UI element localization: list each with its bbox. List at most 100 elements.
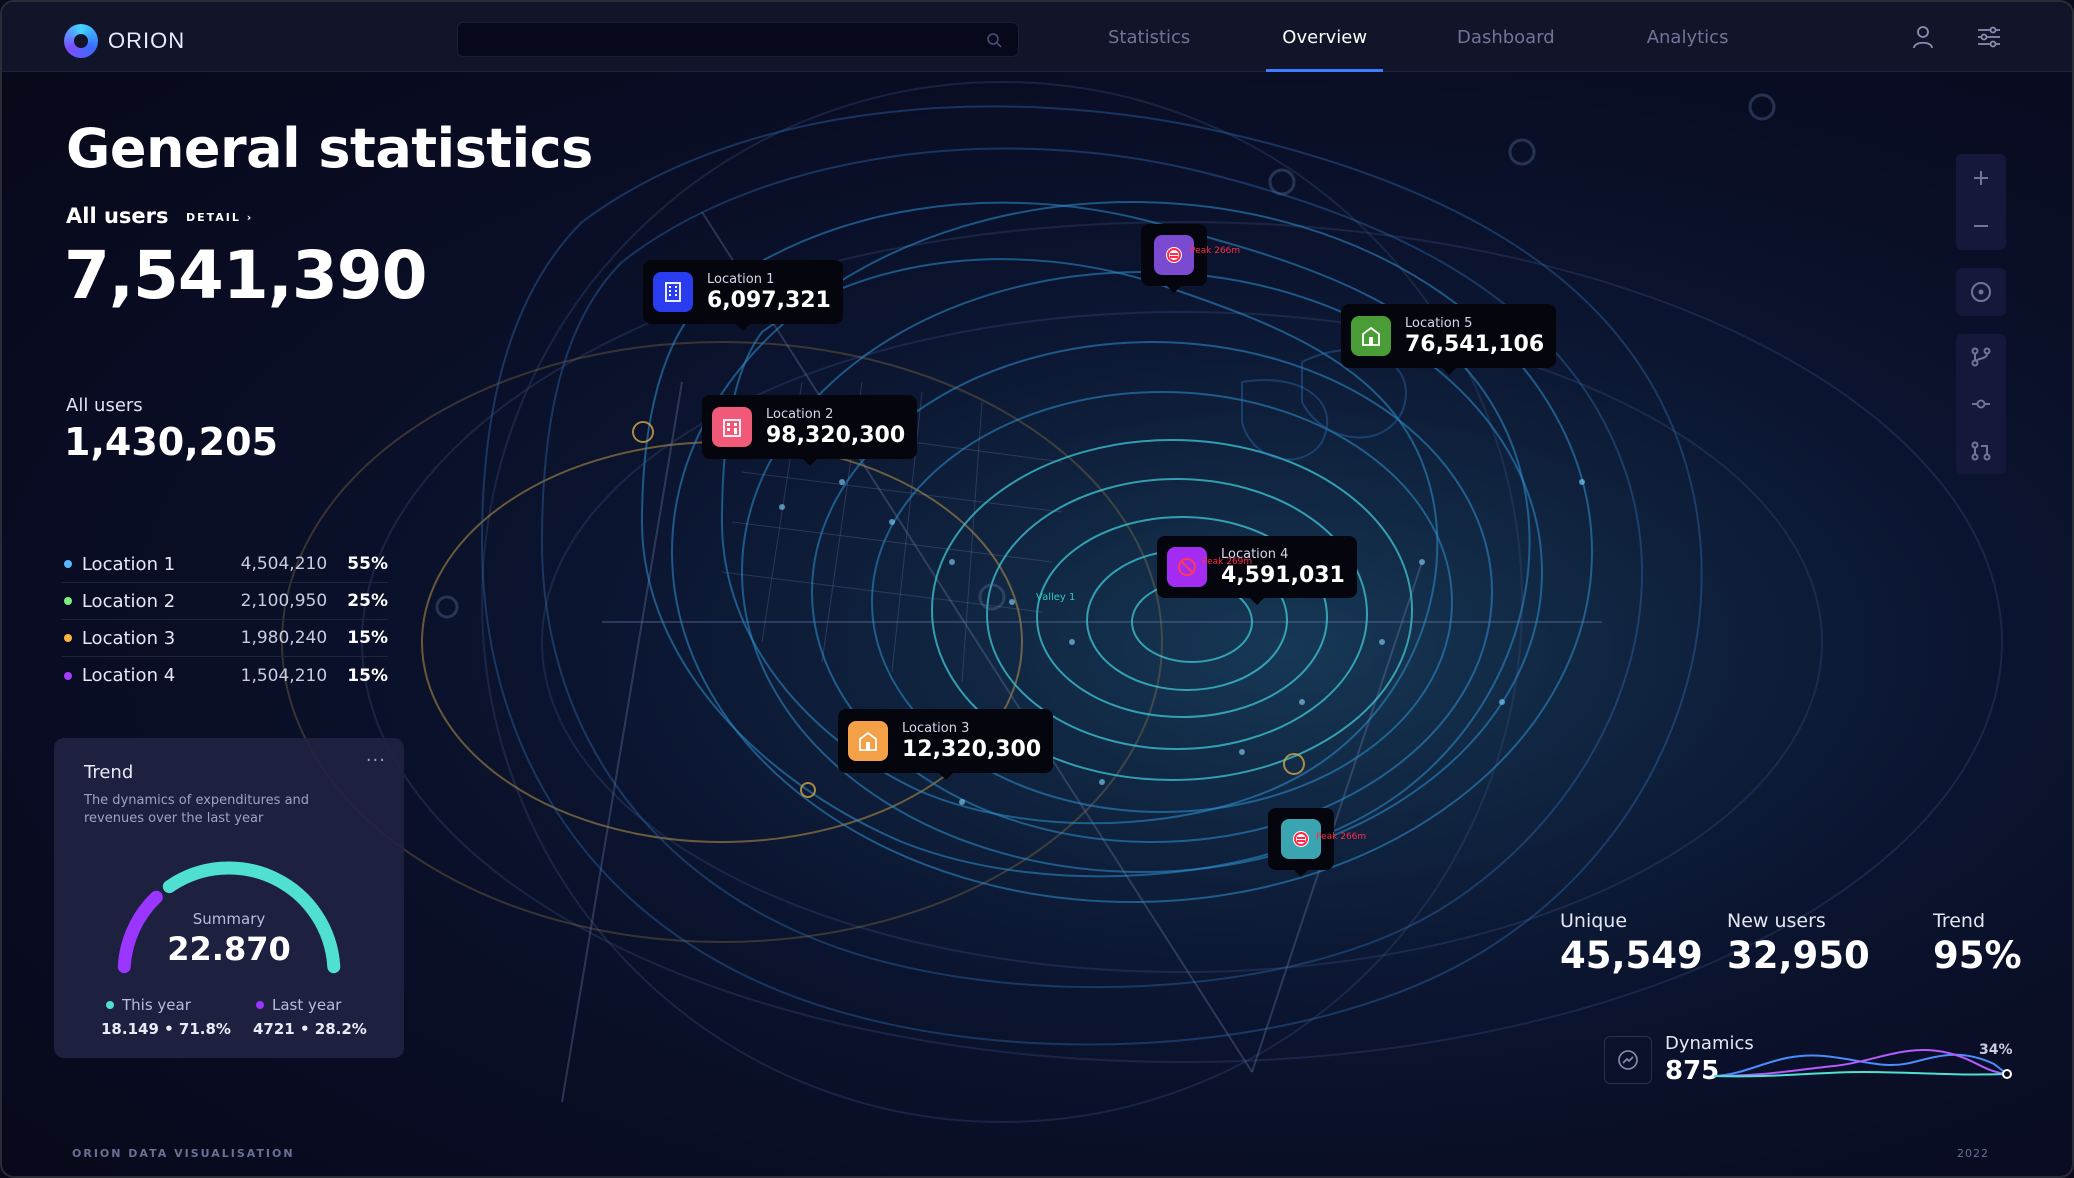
- map-pin-location-4[interactable]: Location 4 4,591,031: [1157, 536, 1357, 605]
- map-pin-location-1[interactable]: Location 1 6,097,321: [643, 260, 843, 331]
- top-actions: [1910, 24, 2002, 50]
- pin-label: Location 5: [1405, 315, 1473, 331]
- stat-label: New users: [1727, 910, 1826, 932]
- legend-this-year-label: This year: [122, 996, 191, 1014]
- legend-last-year-label: Last year: [272, 996, 342, 1014]
- location-percent: 25%: [347, 591, 388, 611]
- list-item[interactable]: Location 4 1,504,210 15%: [62, 657, 388, 694]
- peak-marker-icon: [1154, 235, 1194, 275]
- location-dot: [64, 671, 72, 680]
- map-pin-location-3[interactable]: Location 3 12,320,300: [838, 709, 1054, 780]
- trend-card-title: Trend: [84, 762, 134, 783]
- secondary-users-value: 1,430,205: [64, 420, 278, 464]
- map-pin-location-5[interactable]: Location 5 76,541,106: [1341, 304, 1557, 375]
- search-input[interactable]: [457, 22, 1019, 57]
- nav-analytics[interactable]: Analytics: [1647, 2, 1729, 72]
- top-bar: ORION Statistics Overview Dashboard Anal…: [2, 2, 2072, 72]
- pin-label: Location 2: [766, 406, 834, 422]
- detail-link[interactable]: DETAIL ›: [186, 211, 253, 224]
- location-name: Location 4: [81, 665, 176, 686]
- peak-marker-icon: [1281, 819, 1321, 859]
- pin-value: 6,097,321: [707, 287, 831, 313]
- zoom-controls: [1956, 154, 2006, 250]
- peak-label: Peak 266m: [1316, 832, 1367, 842]
- warehouse-icon: [1351, 316, 1391, 356]
- stat-new-users: New users 32,950: [1727, 910, 1870, 977]
- legend-dot: [106, 1001, 114, 1009]
- location-name: Location 3: [81, 627, 176, 649]
- pin-value: 12,320,300: [902, 736, 1042, 762]
- nav-statistics[interactable]: Statistics: [1108, 2, 1190, 72]
- dynamics-value: 875: [1665, 1056, 1720, 1086]
- all-users-label: All users: [66, 204, 169, 228]
- last-year-value: 4721 • 28.2%: [253, 1020, 367, 1038]
- branch-icon: [1971, 347, 1991, 367]
- stat-value: 95%: [1933, 934, 2022, 977]
- main-nav: Statistics Overview Dashboard Analytics: [1108, 2, 1728, 72]
- location-list: Location 1 4,504,210 55% Location 2 2,10…: [62, 546, 388, 694]
- all-users-total: 7,541,390: [64, 237, 428, 314]
- dynamics-button[interactable]: [1604, 1036, 1652, 1084]
- map-pin-location-2[interactable]: Location 2 98,320,300: [702, 395, 918, 466]
- stat-label: Trend: [1933, 910, 1985, 932]
- branch-button[interactable]: [1956, 334, 2006, 381]
- user-icon[interactable]: [1910, 24, 1936, 50]
- location-value: 1,980,240: [240, 628, 328, 648]
- legend-this-year: This year: [106, 996, 191, 1014]
- dynamics-sparkline: [1714, 1048, 2012, 1079]
- list-item[interactable]: Location 1 4,504,210 55%: [62, 546, 388, 583]
- settings-sliders-icon[interactable]: [1976, 24, 2002, 50]
- trend-chart-icon: [1618, 1050, 1638, 1070]
- search-icon[interactable]: [986, 32, 1002, 48]
- stat-value: 32,950: [1727, 934, 1870, 977]
- locate-control: [1956, 268, 2006, 316]
- pin-label: Location 3: [902, 720, 970, 736]
- route-controls: [1956, 334, 2006, 474]
- zoom-in-button[interactable]: [1956, 154, 2006, 202]
- pull-request-button[interactable]: [1956, 427, 2006, 474]
- commit-icon: [1972, 399, 1990, 409]
- footer-year: 2022: [1957, 1147, 1989, 1160]
- trend-card-description: The dynamics of expenditures and revenue…: [84, 793, 310, 826]
- more-options-icon[interactable]: ···: [366, 750, 386, 771]
- peak-label: Peak 266m: [1190, 246, 1241, 256]
- list-item[interactable]: Location 2 2,100,950 25%: [62, 583, 388, 620]
- pin-value: 76,541,106: [1405, 331, 1545, 357]
- zoom-out-icon: [1974, 225, 1988, 227]
- location-dot: [64, 560, 72, 568]
- legend-last-year: Last year: [256, 996, 341, 1014]
- location-name: Location 1: [81, 553, 176, 575]
- valley-label: Valley 1: [1036, 592, 1076, 603]
- summary-value: 22.870: [167, 930, 291, 968]
- location-value: 4,504,210: [240, 554, 328, 574]
- footer-brand: ORION DATA VISUALISATION: [72, 1147, 295, 1160]
- pin-value: 98,320,300: [766, 422, 906, 448]
- pull-request-icon: [1971, 441, 1991, 461]
- legend-dot: [256, 1001, 264, 1009]
- this-year-value: 18.149 • 71.8%: [101, 1020, 231, 1038]
- building-icon: [653, 272, 693, 312]
- list-item[interactable]: Location 3 1,980,240 15%: [62, 620, 388, 657]
- location-name: Location 2: [81, 590, 176, 612]
- nav-dashboard[interactable]: Dashboard: [1457, 2, 1555, 72]
- commit-button[interactable]: [1956, 381, 2006, 428]
- sparkline-end-dot: [2002, 1069, 2012, 1079]
- nav-overview[interactable]: Overview: [1266, 2, 1383, 72]
- stat-label: Unique: [1560, 910, 1628, 932]
- logo-icon: [64, 24, 98, 58]
- app-name: ORION: [108, 28, 186, 53]
- page-title: General statistics: [66, 117, 593, 180]
- logo[interactable]: ORION: [64, 24, 185, 58]
- stat-trend: Trend 95%: [1933, 910, 2022, 977]
- stat-unique: Unique 45,549: [1560, 910, 1703, 977]
- trend-card: Trend ··· The dynamics of expenditures a…: [54, 738, 404, 1058]
- locate-button[interactable]: [1956, 268, 2006, 316]
- location-value: 2,100,950: [240, 591, 328, 611]
- zoom-out-button[interactable]: [1956, 202, 2006, 250]
- blocked-icon: [1167, 547, 1207, 587]
- summary-label: Summary: [192, 910, 266, 928]
- peak-label: Peak 269m: [1202, 557, 1253, 567]
- location-value: 1,504,210: [240, 665, 328, 686]
- office-icon: [712, 407, 752, 447]
- location-dot: [64, 634, 72, 642]
